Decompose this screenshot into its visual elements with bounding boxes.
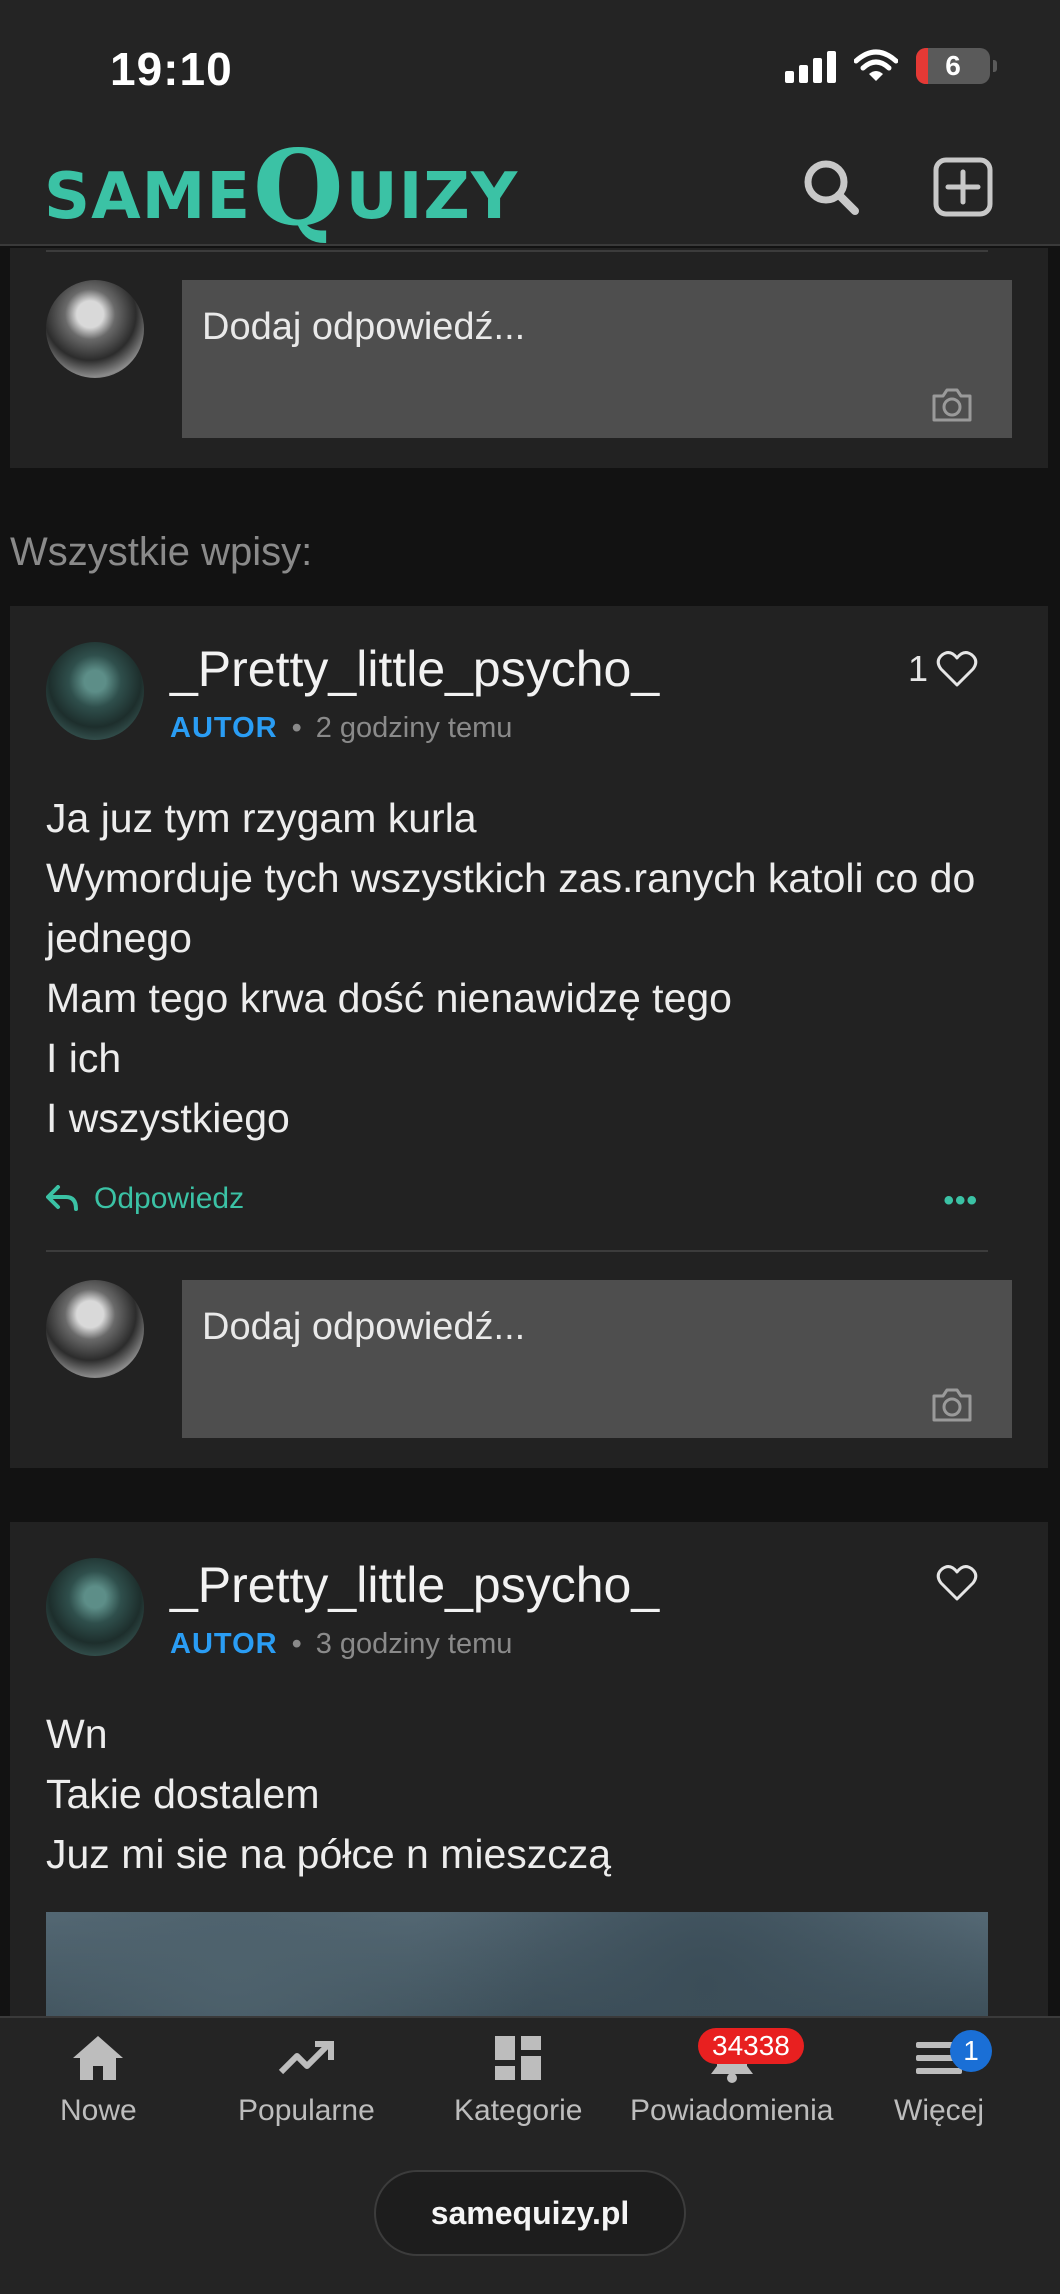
post-meta: AUTOR • 3 godziny temu bbox=[170, 1628, 512, 1661]
battery-level: 6 bbox=[945, 50, 961, 81]
trending-icon bbox=[279, 2041, 335, 2075]
tab-label: Popularne bbox=[238, 2094, 375, 2127]
status-time: 19:10 bbox=[110, 43, 233, 95]
tab-label: Więcej bbox=[894, 2094, 985, 2127]
current-user-avatar bbox=[46, 280, 144, 378]
current-user-avatar bbox=[46, 1280, 144, 1378]
reply-placeholder: Dodaj odpowiedź... bbox=[202, 306, 526, 348]
post-time: 2 godziny temu bbox=[315, 712, 513, 744]
post-meta: AUTOR • 2 godziny temu bbox=[170, 712, 512, 745]
tab-popularne[interactable]: Popularne bbox=[238, 2032, 375, 2128]
post-line: I wszystkiego bbox=[46, 1095, 290, 1141]
reply-button[interactable]: Odpowiedz bbox=[46, 1182, 244, 1216]
post-image[interactable] bbox=[46, 1912, 988, 2032]
like-count: 1 bbox=[907, 648, 928, 689]
reply-input[interactable]: Dodaj odpowiedź... bbox=[182, 1280, 1012, 1438]
reply-card: Dodaj odpowiedź... bbox=[10, 248, 1048, 468]
like-button[interactable]: 1 bbox=[908, 648, 978, 690]
like-button[interactable] bbox=[936, 1564, 978, 1602]
post-line: Takie dostalem bbox=[46, 1771, 320, 1817]
post-time: 3 godziny temu bbox=[315, 1628, 513, 1660]
wifi-icon bbox=[854, 49, 898, 81]
post-line: Ja juz tym rzygam kurla bbox=[46, 795, 477, 841]
signal-icon bbox=[785, 49, 836, 83]
samequizy-logo[interactable]: SAME Q UIZY bbox=[44, 136, 519, 240]
section-title: Wszystkie wpisy: bbox=[10, 530, 313, 574]
grid-icon bbox=[495, 2036, 542, 2080]
heart-icon bbox=[936, 1565, 978, 1601]
logo-text-uizy: UIZY bbox=[345, 160, 519, 234]
tab-nowe[interactable]: Nowe bbox=[60, 2032, 137, 2128]
tab-label: Nowe bbox=[60, 2094, 137, 2127]
post-line: I ich bbox=[46, 1035, 122, 1081]
camera-icon[interactable] bbox=[930, 384, 974, 424]
divider bbox=[46, 1250, 988, 1252]
post-line: Wn bbox=[46, 1711, 108, 1757]
author-avatar[interactable] bbox=[46, 642, 144, 740]
heart-icon bbox=[936, 651, 978, 687]
camera-icon[interactable] bbox=[930, 1384, 974, 1424]
battery-icon: 6 bbox=[916, 48, 997, 84]
notifications-badge: 34338 bbox=[698, 2028, 804, 2064]
post-body: Wn Takie dostalem Juz mi sie na półce n … bbox=[46, 1704, 1006, 1884]
meta-separator: • bbox=[291, 712, 302, 744]
more-badge: 1 bbox=[950, 2030, 992, 2072]
url-bar[interactable]: samequizy.pl bbox=[374, 2170, 686, 2256]
status-bar: 19:10 6 bbox=[0, 0, 1060, 130]
meta-separator: • bbox=[291, 1628, 302, 1660]
search-icon[interactable] bbox=[800, 156, 862, 218]
reply-arrow-icon bbox=[46, 1185, 78, 1211]
tab-label: Kategorie bbox=[454, 2094, 583, 2127]
plus-square-icon[interactable] bbox=[932, 156, 994, 218]
post-line: Wymorduje tych wszystkich zas.ranych kat… bbox=[46, 855, 976, 961]
post-card: _Pretty_little_psycho_ AUTOR • 3 godziny… bbox=[10, 1522, 1048, 2032]
home-icon bbox=[73, 2036, 124, 2080]
post-line: Juz mi sie na półce n mieszczą bbox=[46, 1831, 612, 1877]
post-body: Ja juz tym rzygam kurla Wymorduje tych w… bbox=[46, 788, 1006, 1148]
status-icons: 6 bbox=[785, 48, 997, 84]
tab-kategorie[interactable]: Kategorie bbox=[454, 2032, 582, 2128]
post-username[interactable]: _Pretty_little_psycho_ bbox=[170, 1556, 659, 1614]
author-badge: AUTOR bbox=[170, 1628, 278, 1660]
reply-placeholder: Dodaj odpowiedź... bbox=[202, 1306, 526, 1348]
divider bbox=[46, 250, 988, 252]
author-avatar[interactable] bbox=[46, 1558, 144, 1656]
logo-text-q: Q bbox=[253, 126, 344, 249]
logo-text-same: SAME bbox=[44, 160, 252, 234]
post-username[interactable]: _Pretty_little_psycho_ bbox=[170, 640, 659, 698]
reply-label: Odpowiedz bbox=[94, 1182, 245, 1215]
bottom-tab-bar: Nowe Popularne Kategorie Powiadomienia 3… bbox=[0, 2016, 1060, 2294]
tab-label: Powiadomienia bbox=[630, 2094, 834, 2127]
more-options-icon[interactable]: ••• bbox=[943, 1184, 978, 1218]
reply-input[interactable]: Dodaj odpowiedź... bbox=[182, 280, 1012, 438]
post-line: Mam tego krwa dość nienawidzę tego bbox=[46, 975, 732, 1021]
post-card: _Pretty_little_psycho_ AUTOR • 2 godziny… bbox=[10, 606, 1048, 1468]
author-badge: AUTOR bbox=[170, 712, 278, 744]
app-header: SAME Q UIZY bbox=[0, 130, 1060, 246]
